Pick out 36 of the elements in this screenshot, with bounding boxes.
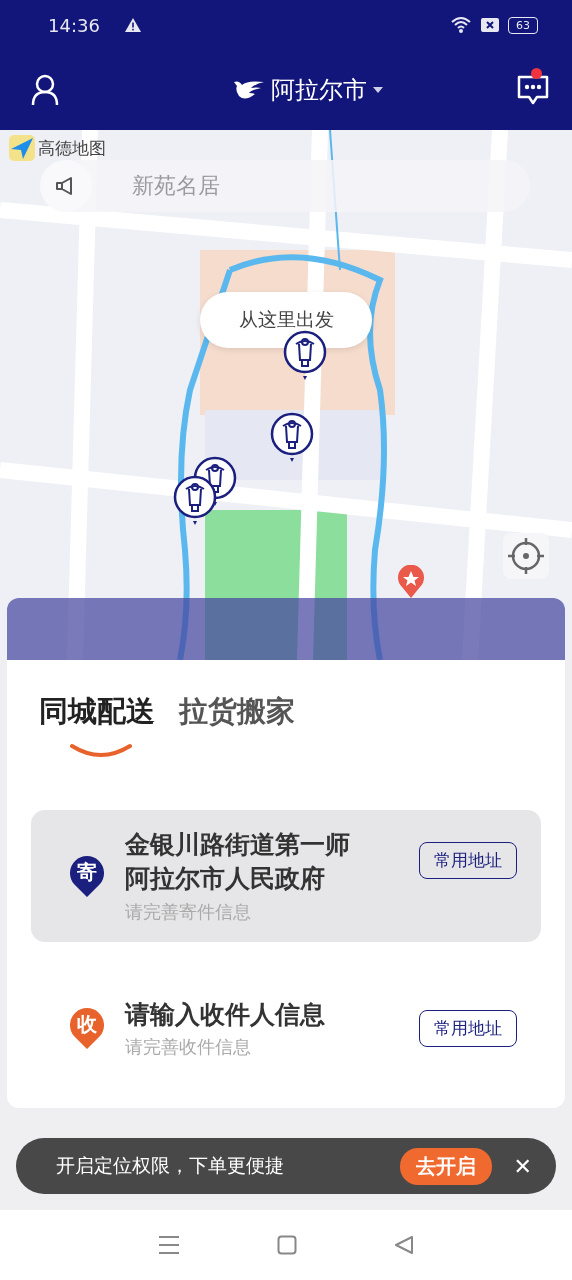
scooter-marker-icon[interactable] <box>173 475 217 525</box>
user-icon[interactable] <box>31 74 59 106</box>
toast-message: 开启定位权限，下单更便捷 <box>56 1153 285 1178</box>
wifi-icon <box>450 16 472 34</box>
address-title: 金银川路街道第一师阿拉尔市人民政府 <box>125 829 351 895</box>
address-hint: 请完善寄件信息 <box>125 899 252 924</box>
saved-address-button[interactable]: 常用地址 <box>419 842 517 879</box>
service-tab[interactable]: 拉货搬家 <box>179 690 295 734</box>
service-tab[interactable]: 同城配送 <box>39 690 155 734</box>
back-icon[interactable] <box>393 1235 414 1255</box>
city-selector[interactable]: 阿拉尔市 <box>270 74 367 106</box>
address-hint: 请完善收件信息 <box>125 1035 252 1060</box>
crosshair-icon <box>506 536 546 576</box>
sim-off-icon <box>480 17 500 33</box>
warning-icon <box>123 17 142 33</box>
menu-icon[interactable] <box>158 1235 181 1255</box>
notice-text: 新苑名居 <box>132 172 220 200</box>
caret-icon[interactable] <box>372 87 383 93</box>
status-time: 14:36 <box>48 14 100 36</box>
close-button[interactable]: ✕ <box>509 1153 536 1179</box>
sender-address-row[interactable]: 寄 金银川路街道第一师阿拉尔市人民政府 请完善寄件信息 常用地址 <box>31 810 541 942</box>
map-view[interactable]: 高德地图 新苑名居 从这里出发 <box>0 130 572 660</box>
tab-indicator-icon <box>69 742 133 758</box>
saved-address-button[interactable]: 常用地址 <box>419 1009 517 1047</box>
scooter-marker-icon[interactable] <box>270 412 314 462</box>
locate-button[interactable] <box>503 533 549 579</box>
battery-indicator: 63 <box>508 16 538 34</box>
paper-plane-icon <box>9 135 35 161</box>
address-title: 请输入收件人信息 <box>125 998 326 1031</box>
home-icon[interactable] <box>277 1235 297 1255</box>
pin-badge-icon: 收 <box>69 1006 105 1051</box>
scooter-marker-icon[interactable] <box>283 330 327 380</box>
message-icon[interactable] <box>516 74 550 106</box>
map-logo-text: 高德地图 <box>38 136 106 160</box>
star-pin-icon <box>397 565 425 599</box>
pin-badge-icon: 寄 <box>69 853 105 898</box>
